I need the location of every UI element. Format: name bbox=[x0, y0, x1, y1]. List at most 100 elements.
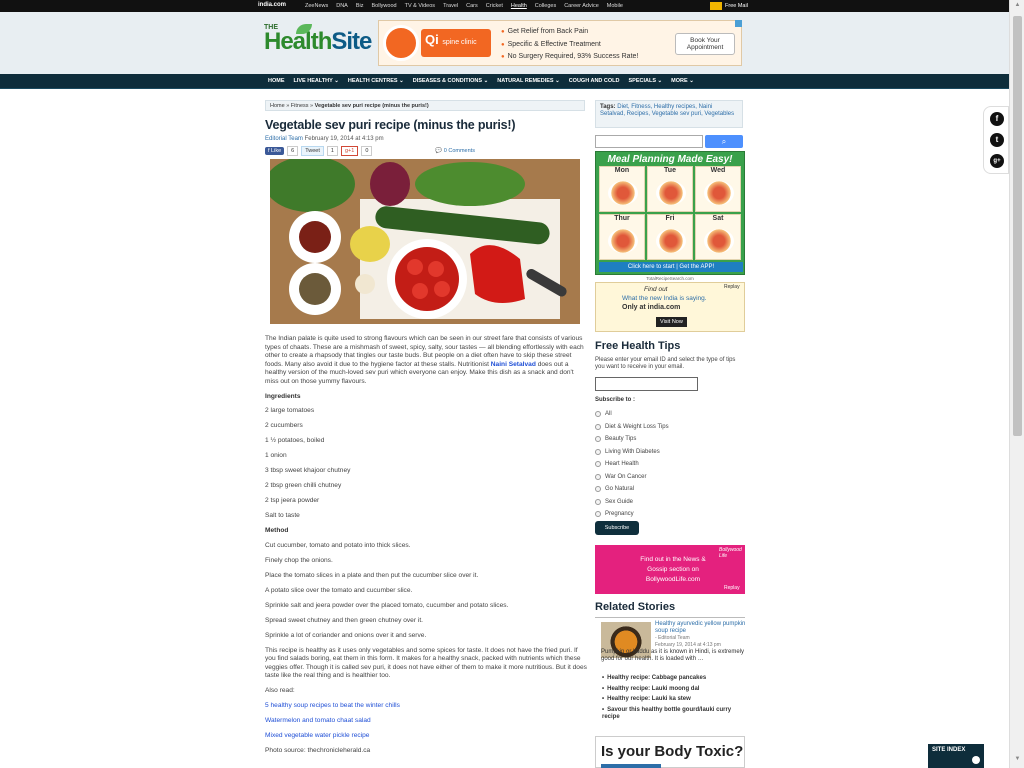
ingredients-heading: Ingredients bbox=[265, 392, 301, 400]
ad-brand: Qi spine clinic bbox=[421, 29, 491, 57]
top-nav-item[interactable]: Bollywood bbox=[372, 3, 397, 9]
nutritionist-link[interactable]: Naini Setalvad bbox=[491, 361, 536, 368]
india-com-ad[interactable]: Replay Find out What the new India is sa… bbox=[595, 282, 745, 332]
main-nav-item[interactable]: COUGH AND COLD bbox=[569, 78, 620, 84]
thehealthsite-logo[interactable]: THE HealthSite bbox=[264, 24, 374, 64]
dish-icon bbox=[704, 181, 734, 205]
twitter-icon[interactable]: t bbox=[990, 133, 1004, 147]
also-read-link[interactable]: Watermelon and tomato chaat salad bbox=[265, 717, 587, 726]
email-field[interactable] bbox=[595, 377, 698, 391]
tip-option[interactable]: Pregnancy bbox=[595, 508, 669, 521]
also-read-link[interactable]: 5 healthy soup recipes to beat the winte… bbox=[265, 702, 587, 711]
ingredient-item: 1 onion bbox=[265, 452, 287, 460]
google-plus-button[interactable]: g+1 bbox=[340, 145, 359, 156]
google-plus-icon[interactable]: g+ bbox=[990, 154, 1004, 168]
radio-icon[interactable] bbox=[595, 411, 601, 418]
meal-day-label: Thur bbox=[614, 215, 630, 222]
main-nav-item[interactable]: HEALTH CENTRES ⌄ bbox=[348, 78, 404, 84]
ingredient-item: 3 tbsp sweet khajoor chutney bbox=[265, 467, 351, 475]
also-read-link[interactable]: Mixed vegetable water pickle recipe bbox=[265, 732, 587, 741]
top-nav-item[interactable]: ZeeNews bbox=[305, 3, 328, 9]
tip-option[interactable]: War On Cancer bbox=[595, 471, 669, 484]
tip-option[interactable]: All bbox=[595, 408, 669, 421]
method-step: Cut cucumber, tomato and potato into thi… bbox=[265, 541, 411, 549]
search-input[interactable] bbox=[595, 135, 703, 148]
top-nav-item[interactable]: Travel bbox=[443, 3, 458, 9]
main-nav-item[interactable]: DISEASES & CONDITIONS ⌄ bbox=[413, 78, 489, 84]
radio-icon[interactable] bbox=[595, 473, 601, 480]
scroll-down-icon[interactable]: ▼ bbox=[1013, 756, 1022, 766]
tip-option[interactable]: Beauty Tips bbox=[595, 433, 669, 446]
top-nav-item[interactable]: Biz bbox=[356, 3, 364, 9]
main-nav: HOME LIVE HEALTHY ⌄ HEALTH CENTRES ⌄ DISEAS… bbox=[0, 74, 1009, 89]
scroll-up-icon[interactable]: ▲ bbox=[1013, 2, 1022, 12]
main-nav-item[interactable]: MORE ⌄ bbox=[671, 78, 694, 84]
breadcrumb-fitness[interactable]: Fitness bbox=[291, 103, 309, 109]
like-count: 6 bbox=[287, 145, 299, 156]
search-button[interactable]: ⌕ bbox=[705, 135, 743, 148]
radio-icon[interactable] bbox=[595, 511, 601, 518]
breadcrumb-home[interactable]: Home bbox=[270, 103, 285, 109]
radio-icon[interactable] bbox=[595, 461, 601, 468]
comments-link[interactable]: 💬 0 Comments bbox=[435, 148, 475, 154]
radio-icon[interactable] bbox=[595, 423, 601, 430]
facebook-like-button[interactable]: f Like bbox=[265, 146, 285, 155]
featured-story-link[interactable]: Healthy ayurvedic yellow pumpkin soup re… bbox=[655, 621, 747, 635]
top-nav-item[interactable]: Career Advice bbox=[564, 3, 599, 9]
dish-icon bbox=[608, 181, 638, 205]
intro-paragraph: The Indian palate is quite used to stron… bbox=[265, 335, 584, 385]
vegetables-illustration bbox=[270, 159, 580, 324]
free-mail-link[interactable]: Free Mail bbox=[710, 2, 748, 10]
body-toxic-ad[interactable]: Is your Body Toxic? bbox=[595, 736, 745, 768]
top-nav-item[interactable]: Health bbox=[511, 3, 527, 9]
related-story-link[interactable]: Healthy recipe: Lauki moong dal bbox=[602, 686, 748, 693]
author-link[interactable]: Editorial Team bbox=[265, 136, 303, 142]
subscribe-button[interactable]: Subscribe bbox=[595, 521, 639, 535]
radio-icon[interactable] bbox=[595, 486, 601, 493]
ingredient-item: Salt to taste bbox=[265, 512, 300, 520]
india-com-logo[interactable]: india.com bbox=[258, 2, 286, 8]
radio-icon[interactable] bbox=[595, 498, 601, 505]
featured-related-story: Healthy ayurvedic yellow pumpkin soup re… bbox=[655, 621, 747, 648]
adchoices-icon[interactable] bbox=[735, 20, 742, 27]
radio-icon[interactable] bbox=[595, 448, 601, 455]
tip-option-label: Heart Health bbox=[605, 461, 639, 468]
bollywoodlife-ad[interactable]: Bollywood Life Find out in the News & Go… bbox=[595, 545, 745, 594]
tip-option[interactable]: Heart Health bbox=[595, 458, 669, 471]
main-nav-item[interactable]: SPECIALS ⌄ bbox=[629, 78, 663, 84]
tweet-button[interactable]: Tweet bbox=[301, 145, 324, 156]
book-appointment-button[interactable]: Book Your Appointment bbox=[675, 33, 735, 55]
visit-now-button[interactable]: Visit Now bbox=[656, 317, 687, 327]
tip-option[interactable]: Living With Diabetes bbox=[595, 446, 669, 459]
tip-option[interactable]: Diet & Weight Loss Tips bbox=[595, 421, 669, 434]
ingredients-list: 2 large tomatoes 2 cucumbers 1 ½ potatoes,… bbox=[265, 407, 587, 520]
top-nav-item[interactable]: DNA bbox=[336, 3, 348, 9]
top-nav-item[interactable]: TV & Videos bbox=[405, 3, 435, 9]
facebook-icon[interactable]: f bbox=[990, 112, 1004, 126]
main-nav-item[interactable]: LIVE HEALTHY ⌄ bbox=[294, 78, 339, 84]
related-stories-list: Healthy recipe: Cabbage pancakes Healthy … bbox=[602, 675, 748, 724]
meal-ad-cta[interactable]: Click here to start | Get the APP! bbox=[599, 262, 743, 272]
qi-spine-ad[interactable]: Qi spine clinic Get Relief from Back Pai… bbox=[378, 20, 742, 66]
social-share-float: f t g+ bbox=[983, 106, 1009, 174]
radio-icon[interactable] bbox=[595, 436, 601, 443]
tip-option[interactable]: Go Natural bbox=[595, 483, 669, 496]
main-nav-item[interactable]: HOME bbox=[268, 78, 285, 84]
related-story-link[interactable]: Healthy recipe: Cabbage pancakes bbox=[602, 675, 748, 682]
top-nav-item[interactable]: Cars bbox=[466, 3, 478, 9]
main-nav-item[interactable]: NATURAL REMEDIES ⌄ bbox=[497, 78, 559, 84]
top-nav-item[interactable]: Mobile bbox=[607, 3, 623, 9]
plus-count: 0 bbox=[361, 145, 373, 156]
tip-option[interactable]: Sex Guide bbox=[595, 496, 669, 509]
meal-planning-ad[interactable]: Meal Planning Made Easy! Mon Tue Wed Thur Fr… bbox=[595, 151, 745, 275]
scroll-thumb[interactable] bbox=[1013, 16, 1022, 436]
method-step: Place the tomato slices in a plate and t… bbox=[265, 571, 479, 579]
meal-day-cell: Sat bbox=[695, 214, 741, 260]
tag-links[interactable]: Diet, Fitness, Healthy recipes, Naini Se… bbox=[600, 104, 734, 117]
page-scrollbar[interactable]: ▲ ▼ bbox=[1009, 0, 1024, 768]
site-index-button[interactable]: SITE INDEX bbox=[928, 744, 984, 768]
top-nav-item[interactable]: Colleges bbox=[535, 3, 556, 9]
top-nav-item[interactable]: Cricket bbox=[486, 3, 503, 9]
related-story-link[interactable]: Healthy recipe: Lauki ka stew bbox=[602, 696, 748, 703]
related-story-link[interactable]: Savour this healthy bottle gourd/lauki c… bbox=[602, 707, 748, 721]
